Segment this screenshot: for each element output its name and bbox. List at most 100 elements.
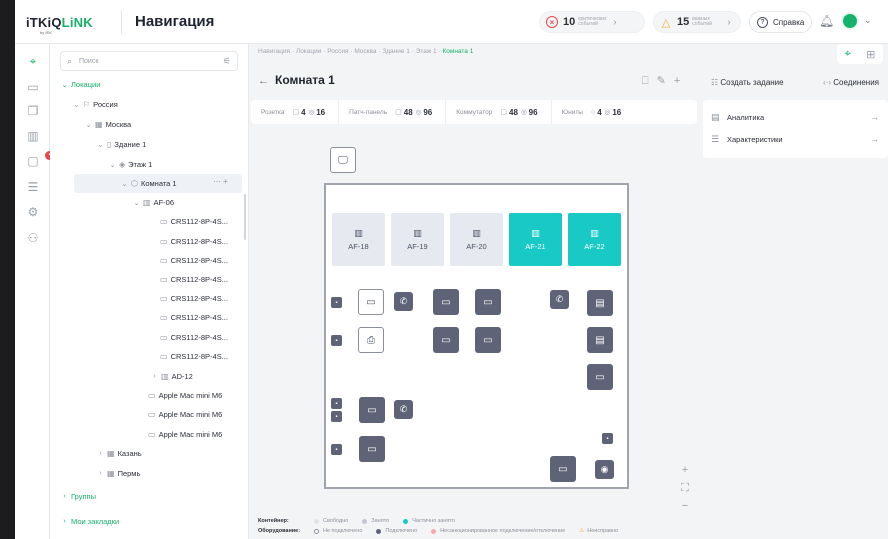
tree-node-locations[interactable]: ⌄ Локации bbox=[60, 76, 101, 93]
chevron-down-icon[interactable]: ⌄ bbox=[96, 141, 105, 149]
tree-node-switch[interactable]: ▭ CRS112-8P-4S... bbox=[160, 348, 228, 365]
monitor-device[interactable]: ▭ bbox=[433, 327, 459, 353]
tree-node-switch[interactable]: ▭ CRS112-8P-4S... bbox=[160, 290, 228, 307]
breadcrumb-item[interactable]: Москва bbox=[354, 48, 376, 55]
rack-af-18[interactable]: ▥ AF-18 bbox=[332, 213, 385, 266]
chevron-down-icon[interactable]: ⌄ bbox=[84, 121, 93, 129]
monitor-device[interactable]: ▭ bbox=[359, 436, 385, 462]
book-icon[interactable]: ▭ bbox=[26, 80, 40, 94]
tree-node-switch[interactable]: ▭ CRS112-8P-4S... bbox=[160, 329, 228, 346]
tree-node-switch[interactable]: ▭ CRS112-8P-4S... bbox=[160, 252, 228, 269]
wifi-device[interactable]: ◉ bbox=[595, 460, 614, 479]
breadcrumb-item[interactable]: Навигация bbox=[258, 48, 290, 55]
edit-icon[interactable]: ✎ bbox=[657, 75, 674, 87]
filter-icon[interactable]: ⚟ bbox=[223, 56, 231, 67]
chevron-down-icon[interactable]: ⌄ bbox=[108, 161, 117, 169]
printer-device[interactable]: ⎙ bbox=[358, 327, 384, 353]
tree-scrollbar[interactable] bbox=[244, 194, 246, 240]
analytics-row[interactable]: ▤ Аналитика → bbox=[711, 108, 879, 126]
tree-section-groups[interactable]: › Группы bbox=[60, 488, 96, 505]
tree-node-rack-af06[interactable]: ⌄ ▥ AF-06 bbox=[132, 194, 174, 211]
fit-screen-icon[interactable]: ⛶ bbox=[675, 479, 695, 497]
map-icon[interactable]: ⌖ bbox=[26, 54, 40, 68]
rack-af-21[interactable]: ▥ AF-21 bbox=[509, 213, 562, 266]
grid-view-icon[interactable]: ⊞ bbox=[866, 48, 875, 61]
monitor-device[interactable]: ▭ bbox=[359, 397, 385, 423]
monitor-device[interactable]: ▭ bbox=[587, 364, 613, 390]
monitor-device[interactable]: ▭ bbox=[475, 289, 501, 315]
switch-device[interactable]: ▤ bbox=[587, 290, 613, 316]
tree-node-mac[interactable]: ▭ Apple Mac mini M6 bbox=[148, 406, 222, 423]
tree-node-mac[interactable]: ▭ Apple Mac mini M6 bbox=[148, 426, 222, 443]
rack-af-20[interactable]: ▥ AF-20 bbox=[450, 213, 503, 266]
socket-device[interactable]: ▪ bbox=[331, 444, 342, 455]
copy-icon[interactable]: ❐ bbox=[26, 104, 40, 118]
bookmark-icon[interactable]: ⎕ bbox=[642, 75, 657, 87]
chevron-right-icon[interactable]: › bbox=[96, 450, 105, 457]
breadcrumb-item[interactable]: Локации bbox=[296, 48, 321, 55]
create-task-button[interactable]: ☷ Создать задание bbox=[711, 78, 784, 87]
help-button[interactable]: ? Справка bbox=[749, 11, 813, 33]
chevron-down-icon[interactable]: ⌄ bbox=[120, 180, 129, 188]
phone-device[interactable]: ✆ bbox=[394, 400, 413, 419]
logo[interactable]: iTKiQLiNK bbox=[26, 15, 93, 30]
more-icon[interactable]: ⋯ bbox=[213, 177, 223, 186]
map-view-icon[interactable]: ⌖ bbox=[845, 48, 851, 61]
chevron-right-icon[interactable]: › bbox=[60, 518, 69, 525]
chevron-right-icon[interactable]: › bbox=[96, 470, 105, 477]
monitor-device[interactable]: ▭ bbox=[358, 289, 384, 315]
chevron-right-icon[interactable]: › bbox=[150, 373, 159, 380]
chevron-down-icon[interactable]: ⌄ bbox=[864, 15, 872, 26]
socket-device[interactable]: ▪ bbox=[331, 411, 342, 422]
tree-node-switch[interactable]: ▭ CRS112-8P-4S... bbox=[160, 213, 228, 230]
avatar[interactable] bbox=[841, 12, 859, 30]
tree-node-switch[interactable]: ▭ CRS112-8P-4S... bbox=[160, 271, 228, 288]
zoom-in-icon[interactable]: + bbox=[675, 461, 695, 479]
tree-section-bookmarks[interactable]: › Мои закладки bbox=[60, 513, 119, 530]
add-icon[interactable]: + bbox=[674, 75, 688, 87]
tree-node-mac[interactable]: ▭ Apple Mac mini M6 bbox=[148, 387, 222, 404]
tree-node-rack-ad12[interactable]: › ▥ AD-12 bbox=[150, 368, 193, 385]
monitor-device[interactable]: ▭ bbox=[433, 289, 459, 315]
notifications-icon[interactable]: ▢• bbox=[26, 151, 54, 168]
add-icon[interactable]: + bbox=[223, 177, 230, 186]
switch-device[interactable]: ▤ bbox=[587, 327, 613, 353]
phone-device[interactable]: ✆ bbox=[394, 292, 413, 311]
users-icon[interactable]: ⚇ bbox=[26, 231, 40, 245]
chart-icon[interactable]: ▥ bbox=[26, 129, 40, 143]
breadcrumb-item[interactable]: Здание 1 bbox=[382, 48, 410, 55]
chevron-right-icon[interactable]: › bbox=[60, 493, 69, 500]
socket-device[interactable]: ▪ bbox=[331, 297, 342, 308]
tree-node-room[interactable]: ⌄ ⬡ Комната 1 bbox=[120, 175, 177, 192]
tree-node-perm[interactable]: › ▦ Пермь bbox=[96, 465, 140, 482]
search-input[interactable] bbox=[79, 55, 209, 67]
critical-alerts-button[interactable]: × 10 критических событий › bbox=[539, 11, 645, 33]
chevron-down-icon[interactable]: ⌄ bbox=[60, 81, 69, 89]
rack-af-22[interactable]: ▥ AF-22 bbox=[568, 213, 621, 266]
monitor-device[interactable]: ▭ bbox=[475, 327, 501, 353]
important-alerts-button[interactable]: △ 15 важных событий › bbox=[653, 11, 741, 33]
characteristics-row[interactable]: ☰ Характеристики → bbox=[711, 130, 879, 148]
back-arrow-icon[interactable]: ← bbox=[258, 75, 269, 87]
chevron-down-icon[interactable]: ⌄ bbox=[72, 101, 81, 109]
gear-icon[interactable]: ⚙ bbox=[26, 205, 40, 219]
chevron-down-icon[interactable]: ⌄ bbox=[132, 199, 141, 207]
breadcrumb-item[interactable]: Россия bbox=[327, 48, 348, 55]
rack-af-19[interactable]: ▥ AF-19 bbox=[391, 213, 444, 266]
tree-node-switch[interactable]: ▭ CRS112-8P-4S... bbox=[160, 233, 228, 250]
tree-node-moscow[interactable]: ⌄ ▦ Москва bbox=[84, 116, 132, 133]
bell-icon[interactable]: 🔔︎ bbox=[819, 14, 834, 28]
tree-node-switch[interactable]: ▭ CRS112-8P-4S... bbox=[160, 309, 228, 326]
device-outside-room[interactable]: 🖵︎ bbox=[330, 147, 356, 173]
list-icon[interactable]: ☰ bbox=[26, 180, 40, 194]
socket-device[interactable]: ▪ bbox=[602, 433, 613, 444]
tree-node-floor[interactable]: ⌄ ◈ Этаж 1 bbox=[108, 156, 153, 173]
phone-device[interactable]: ✆ bbox=[550, 290, 569, 309]
tree-node-kazan[interactable]: › ▦ Казань bbox=[96, 445, 141, 462]
monitor-device[interactable]: ▭ bbox=[550, 456, 576, 482]
breadcrumb-item[interactable]: Этаж 1 bbox=[416, 48, 437, 55]
tree-node-building[interactable]: ⌄ ▯ Здание 1 bbox=[96, 136, 147, 153]
connections-button[interactable]: ‹·› Соединения bbox=[823, 78, 879, 87]
socket-device[interactable]: ▪ bbox=[331, 398, 342, 409]
tree-node-russia[interactable]: ⌄ ⚐ Россия bbox=[72, 96, 118, 113]
